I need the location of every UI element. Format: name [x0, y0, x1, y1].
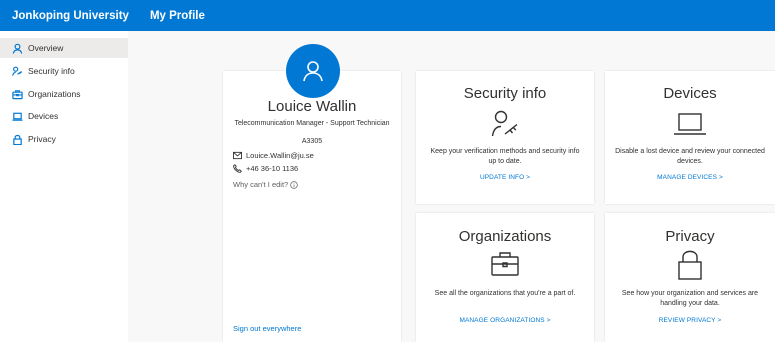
- privacy-title: Privacy: [665, 228, 715, 245]
- sidebar-item-label: Organizations: [28, 89, 81, 99]
- security-key-icon: [11, 65, 23, 77]
- info-icon: [290, 180, 298, 189]
- devices-description: Disable a lost device and review your co…: [615, 148, 765, 165]
- security-info-title: Security info: [463, 85, 547, 102]
- devices-card: Devices Disable a lost device and review…: [605, 71, 775, 204]
- profile-office-code: A3305: [301, 138, 323, 145]
- profile-email: Louice.Wallin@ju.se: [246, 151, 314, 160]
- profile-email-row: Louice.Wallin@ju.se: [233, 151, 314, 160]
- devices-title: Devices: [663, 85, 717, 102]
- sidebar-item-overview[interactable]: Overview: [0, 38, 128, 58]
- review-privacy-link[interactable]: REVIEW PRIVACY >: [605, 317, 775, 324]
- profile-phone: +46 36-10 1136: [246, 164, 299, 173]
- sidebar-item-devices[interactable]: Devices: [0, 106, 128, 126]
- privacy-card: Privacy See how your organization and se…: [605, 213, 775, 342]
- privacy-description: See how your organization and services a…: [621, 290, 759, 307]
- top-bar: Jonkoping University My Profile: [0, 0, 775, 31]
- sidebar-item-label: Privacy: [28, 134, 56, 144]
- person-icon: [11, 42, 23, 54]
- briefcase-icon: [11, 88, 23, 100]
- laptop-icon: [11, 110, 23, 122]
- manage-organizations-link[interactable]: MANAGE ORGANIZATIONS >: [416, 317, 594, 324]
- lock-icon: [11, 133, 23, 145]
- security-info-description: Keep your verification methods and secur…: [430, 148, 580, 165]
- avatar: [286, 44, 340, 98]
- sidebar-item-label: Security info: [28, 66, 75, 76]
- why-cant-i-edit-link[interactable]: Why can't I edit?: [233, 180, 298, 189]
- update-info-link[interactable]: UPDATE INFO >: [416, 174, 594, 181]
- organization-name[interactable]: Jonkoping University: [12, 10, 129, 22]
- mail-icon: [233, 151, 242, 160]
- profile-phone-row: +46 36-10 1136: [233, 164, 298, 173]
- sidebar-item-label: Devices: [28, 111, 59, 121]
- sign-out-everywhere-link[interactable]: Sign out everywhere: [233, 324, 301, 333]
- sidebar-item-security-info[interactable]: Security info: [0, 61, 128, 81]
- sidebar-item-organizations[interactable]: Organizations: [0, 84, 128, 104]
- security-key-icon: [490, 109, 520, 144]
- security-info-card: Security info Keep your verification met…: [416, 71, 594, 204]
- manage-devices-link[interactable]: MANAGE DEVICES >: [605, 174, 775, 181]
- profile-job-title: Telecommunication Manager - Support Tech…: [234, 120, 390, 127]
- sidebar-item-privacy[interactable]: Privacy: [0, 129, 128, 149]
- organizations-card: Organizations See all the organizations …: [416, 213, 594, 342]
- sidebar-item-label: Overview: [28, 43, 64, 53]
- organizations-description: See all the organizations that you're a …: [434, 290, 576, 297]
- lock-icon: [677, 249, 703, 286]
- app-title[interactable]: My Profile: [150, 10, 205, 22]
- sidebar: Overview Security info Organizations Dev…: [0, 31, 128, 342]
- profile-name: Louice Wallin: [267, 98, 357, 115]
- phone-icon: [233, 164, 242, 173]
- why-cant-i-edit-label: Why can't I edit?: [233, 180, 289, 189]
- laptop-icon: [673, 111, 707, 142]
- organizations-title: Organizations: [458, 228, 552, 245]
- briefcase-icon: [490, 251, 520, 282]
- person-icon: [303, 61, 323, 82]
